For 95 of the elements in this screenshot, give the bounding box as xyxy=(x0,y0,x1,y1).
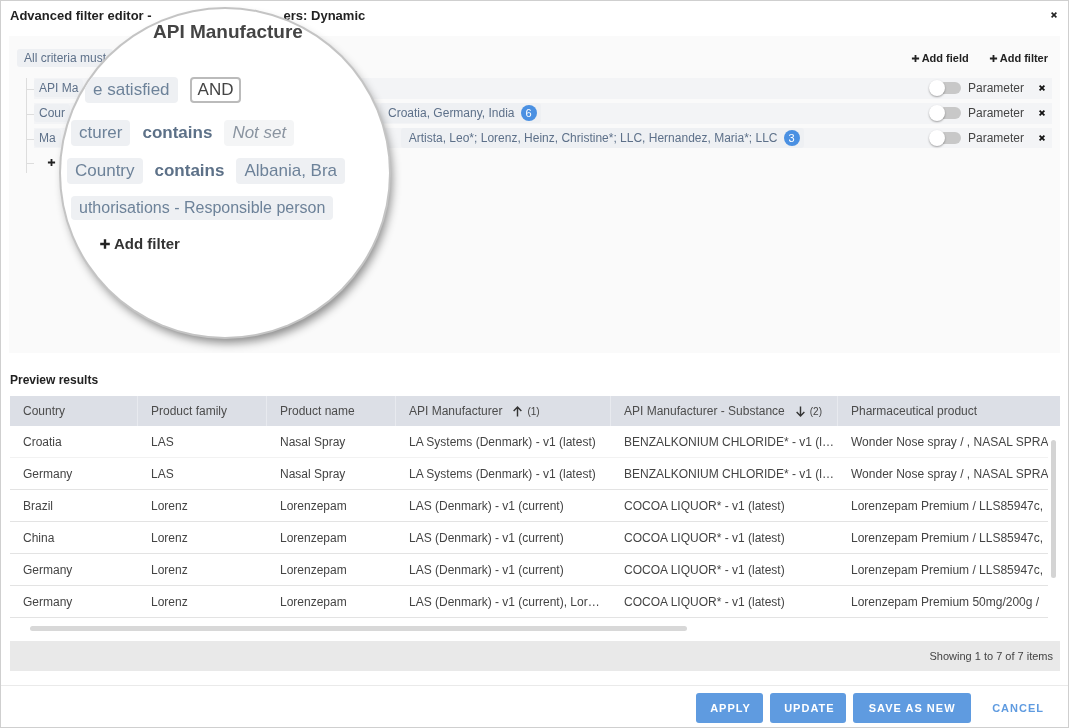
table-cell-text: BENZALKONIUM CHLORIDE* - v1 (l… xyxy=(623,465,836,483)
table-cell-text: COCOA LIQUOR* - v1 (latest) xyxy=(623,593,786,611)
table-cell-text: BENZALKONIUM CHLORIDE* - v1 (l… xyxy=(623,433,836,451)
table-cell-text: Lorenzepam Premium / LLS85947c, xyxy=(850,497,1045,515)
column-label: API Manufacturer xyxy=(409,404,503,418)
table-cell-text: Croatia xyxy=(22,433,63,451)
table-cell-text: Lorenzepam Premium 50mg/200g / xyxy=(850,593,1041,611)
toggle-switch[interactable] xyxy=(930,82,961,95)
table-cell-text: Lorenz xyxy=(150,593,189,611)
plus-icon xyxy=(99,237,111,250)
field-chip[interactable]: uthorisations - Responsible person xyxy=(71,196,334,220)
table-cell-text: Lorenz xyxy=(150,529,189,547)
plus-icon xyxy=(988,53,998,63)
field-chip[interactable]: Country xyxy=(67,158,143,184)
value-chip[interactable]: Not set xyxy=(224,120,295,146)
add-filter-button[interactable]: Add filter xyxy=(99,235,180,252)
operator-button[interactable]: AND xyxy=(189,77,242,103)
table-cell-text: Lorenzepam xyxy=(279,593,348,611)
value-text: Artista, Leo*; Lorenz, Heinz, Christine*; LLC, Hernandez, Maria*; LLC xyxy=(408,130,778,145)
table-cell-text: COCOA LIQUOR* - v1 (latest) xyxy=(623,529,786,547)
table-cell-text: Lorenzepam xyxy=(279,497,348,515)
column-header[interactable]: Product family xyxy=(138,396,267,426)
parameter-label: Parameter xyxy=(967,130,1024,145)
item-count: Showing 1 to 7 of 7 items xyxy=(929,650,1053,662)
column-label: API Manufacturer - Substance xyxy=(624,404,785,418)
sort-order: (2) xyxy=(809,405,822,417)
table-cell-text: Lorenz xyxy=(150,497,189,515)
table-cell-text: LAS (Denmark) - v1 (current) xyxy=(408,497,565,515)
criteria-chip[interactable]: e satisfied xyxy=(85,77,178,103)
column-label: Pharmaceutical product xyxy=(851,404,978,418)
table-cell-text: Lorenzepam xyxy=(279,561,348,579)
table-cell-text: LAS xyxy=(150,465,175,483)
column-label: Product family xyxy=(151,404,228,418)
column-label: API Manufacture xyxy=(153,21,304,43)
table-cell-text: Germany xyxy=(22,561,74,579)
table-cell-text: Lorenzepam xyxy=(279,529,348,547)
dialog-title: ers: Dynamic xyxy=(283,7,366,23)
action-button[interactable]: SAVE AS NEW xyxy=(853,693,972,723)
table-cell-text: LA Systems (Denmark) - v1 (latest) xyxy=(408,465,597,483)
column-header[interactable]: API Manufacturer - Substance (2) xyxy=(611,396,838,426)
table-cell-text: LAS (Denmark) - v1 (current) xyxy=(408,561,565,579)
column-header[interactable]: API Manufacturer (1) xyxy=(396,396,611,426)
section-title: Preview results xyxy=(9,372,100,387)
close-icon[interactable] xyxy=(1050,11,1058,19)
table-cell-text: Wonder Nose spray / , NASAL SPRA xyxy=(850,433,1049,451)
field-chip[interactable]: Ma xyxy=(34,128,61,147)
table-cell-text: China xyxy=(22,529,56,547)
table-cell-text: Nasal Spray xyxy=(279,433,347,451)
field-chip[interactable]: API Ma xyxy=(34,79,84,98)
parameter-label: Parameter xyxy=(967,106,1024,121)
sort-order: (1) xyxy=(527,405,540,417)
action-button[interactable]: UPDATE xyxy=(770,693,847,723)
toggle-switch[interactable] xyxy=(930,107,961,120)
table-cell-text: LA Systems (Denmark) - v1 (latest) xyxy=(408,433,597,451)
plus-icon[interactable] xyxy=(47,158,56,168)
remove-icon[interactable] xyxy=(1038,109,1046,118)
value-chip[interactable]: Croatia, Germany, India 6 xyxy=(380,103,541,124)
operator-label: contains xyxy=(154,161,225,181)
table-cell-text: Lorenz xyxy=(150,561,189,579)
count-badge: 6 xyxy=(520,105,537,122)
add-filter-button[interactable]: Add filter xyxy=(988,52,1048,64)
criteria-chip[interactable]: All criteria must xyxy=(17,49,113,67)
table-cell-text: Lorenzepam Premium / LLS85947c, xyxy=(850,529,1045,547)
column-label: Product name xyxy=(280,404,355,418)
table-cell-text: Wonder Nose spray / , NASAL SPRA xyxy=(850,465,1049,483)
add-field-button[interactable]: Add field xyxy=(910,52,969,64)
table-cell-text: Germany xyxy=(22,465,74,483)
cancel-button[interactable]: CANCEL xyxy=(978,693,1048,723)
remove-icon[interactable] xyxy=(1038,133,1046,142)
column-header[interactable]: Pharmaceutical product xyxy=(838,396,1060,426)
field-chip[interactable]: cturer xyxy=(71,120,131,146)
remove-icon[interactable] xyxy=(1038,84,1046,93)
table-cell-text: Lorenzepam Premium / LLS85947c, xyxy=(850,561,1045,579)
value-chip[interactable]: Albania, Bra xyxy=(236,158,346,184)
table-cell-text: LAS (Denmark) - v1 (current) xyxy=(408,529,565,547)
toggle-switch[interactable] xyxy=(930,131,961,144)
table-cell-text: COCOA LIQUOR* - v1 (latest) xyxy=(623,497,786,515)
field-chip[interactable]: Cour xyxy=(34,104,70,123)
table-cell-text: Germany xyxy=(22,593,74,611)
count-badge: 3 xyxy=(783,129,800,146)
table-cell-text: LAS xyxy=(150,433,175,451)
table-cell-text: Brazil xyxy=(22,497,54,515)
value-chip[interactable]: Artista, Leo*; Lorenz, Heinz, Christine*; LLC, Hernandez, Maria*; LLC 3 xyxy=(400,127,804,148)
dialog-title: Advanced filter editor - xyxy=(10,7,152,23)
column-label: Country xyxy=(23,404,66,418)
table-cell-text: Nasal Spray xyxy=(279,465,347,483)
operator-label: contains xyxy=(142,123,213,143)
table-cell-text: LAS (Denmark) - v1 (current), Lor… xyxy=(408,593,601,611)
value-text: Croatia, Germany, India xyxy=(388,106,515,121)
table-cell-text: COCOA LIQUOR* - v1 (latest) xyxy=(623,561,786,579)
column-header[interactable]: Country xyxy=(10,396,138,426)
plus-icon xyxy=(910,53,920,63)
column-header[interactable]: Product name xyxy=(267,396,396,426)
parameter-label: Parameter xyxy=(967,81,1024,96)
action-button[interactable]: APPLY xyxy=(696,693,764,723)
